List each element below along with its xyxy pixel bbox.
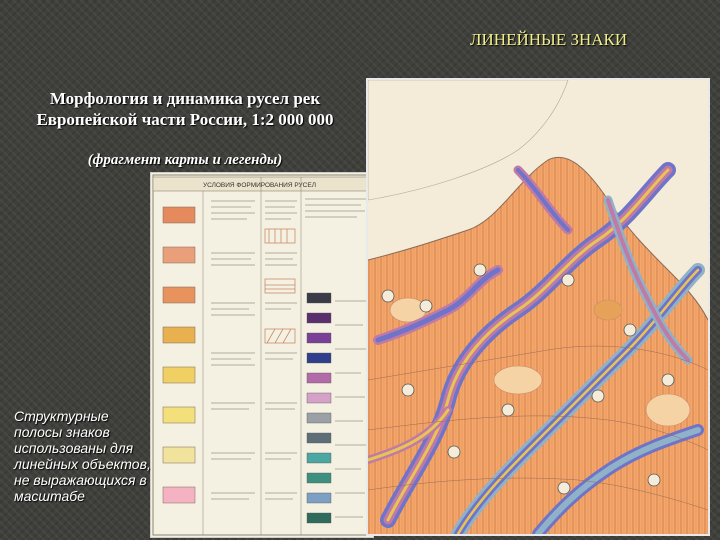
subtitle-note: (фрагмент карты и легенды)	[87, 152, 283, 168]
legend-line-sample	[306, 472, 332, 484]
legend-line-sample	[306, 332, 332, 344]
legend-line-sample	[306, 512, 332, 524]
legend-line-sample	[306, 372, 332, 384]
legend-line-sample	[306, 352, 332, 364]
legend-line-sample	[306, 312, 332, 324]
legend-line-sample	[306, 452, 332, 464]
legend-swatch	[162, 326, 196, 344]
legend-swatch	[162, 446, 196, 464]
legend-swatch	[162, 286, 196, 304]
legend-line-sample	[306, 492, 332, 504]
legend-line-sample	[306, 392, 332, 404]
legend-graphic: УСЛОВИЯ ФОРМИРОВАНИЯ РУСЕЛ	[151, 173, 373, 537]
slide-title: ЛИНЕЙНЫЕ ЗНАКИ	[470, 30, 628, 49]
legend-swatch	[162, 246, 196, 264]
legend-image: УСЛОВИЯ ФОРМИРОВАНИЯ РУСЕЛ	[150, 172, 374, 538]
legend-swatch	[162, 486, 196, 504]
legend-line-sample	[306, 432, 332, 444]
legend-header: УСЛОВИЯ ФОРМИРОВАНИЯ РУСЕЛ	[203, 182, 316, 189]
legend-swatch	[162, 406, 196, 424]
subtitle-block: Морфология и динамика русел рек Европейс…	[20, 88, 350, 169]
legend-swatch	[162, 366, 196, 384]
legend-swatch	[162, 206, 196, 224]
caption-text: Структурные полосы знаков использованы д…	[14, 408, 151, 504]
subtitle-line2: Европейской части России, 1:2 000 000	[36, 110, 334, 129]
subtitle-line1: Морфология и динамика русел рек	[49, 89, 321, 108]
legend-line-sample	[306, 292, 332, 304]
legend-line-sample	[306, 412, 332, 424]
map-image	[366, 78, 710, 536]
map-graphic	[368, 80, 708, 534]
